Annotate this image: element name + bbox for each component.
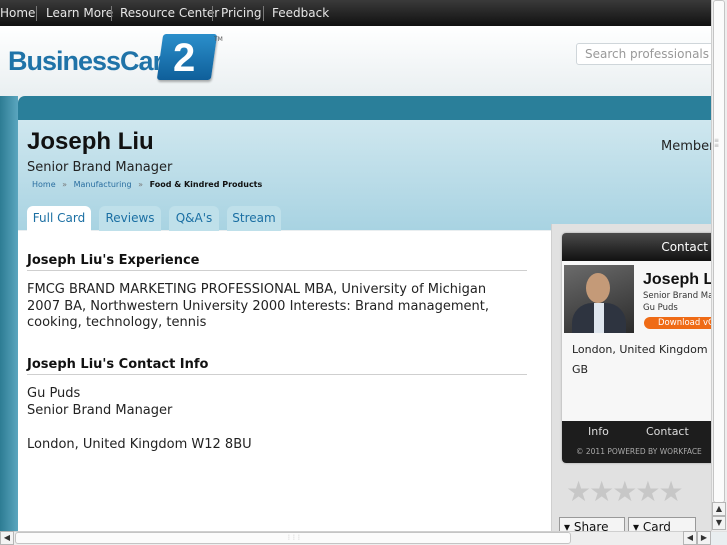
- breadcrumb-separator: »: [138, 180, 144, 189]
- logo-wordmark: BusinessCard: [8, 46, 179, 76]
- scroll-up-arrow-icon[interactable]: ▲: [712, 502, 726, 516]
- profile-banner: [18, 96, 727, 122]
- tab-reviews[interactable]: Reviews: [99, 206, 161, 232]
- star-icon[interactable]: ★: [589, 475, 614, 508]
- nav-resource-center[interactable]: Resource Center: [120, 0, 219, 26]
- profile-photo: [564, 265, 634, 333]
- nav-divider: [212, 6, 213, 21]
- card-header-label: Contact: [661, 240, 708, 254]
- breadcrumb-home[interactable]: Home: [32, 180, 56, 189]
- breadcrumb-separator: »: [62, 180, 68, 189]
- card-tab-info[interactable]: Info: [588, 425, 609, 438]
- experience-text: FMCG BRAND MARKETING PROFESSIONAL MBA, U…: [27, 282, 490, 330]
- scroll-right-arrow-icon[interactable]: ▶: [697, 531, 711, 545]
- logo-number: 2: [173, 36, 196, 80]
- main-content: [18, 231, 551, 531]
- star-icon[interactable]: ★: [635, 475, 660, 508]
- vertical-scroll-thumb[interactable]: [713, 0, 725, 503]
- powered-by-text: © 2011 POWERED BY WORKFACE: [576, 447, 702, 456]
- section-divider: [27, 270, 527, 271]
- card-tab-contact[interactable]: Contact: [646, 425, 689, 438]
- search-input[interactable]: Search professionals: [576, 43, 726, 65]
- breadcrumb-manufacturing[interactable]: Manufacturing: [74, 180, 132, 189]
- section-divider: [27, 374, 527, 375]
- experience-heading: Joseph Liu's Experience: [27, 253, 200, 268]
- nav-divider: [263, 6, 264, 21]
- business-card: Contact Joseph Li Senior Brand Ma Gu Pud…: [562, 233, 722, 463]
- top-navigation: Home Learn More Resource Center Pricing …: [0, 0, 727, 26]
- star-icon[interactable]: ★: [612, 475, 637, 508]
- tab-stream[interactable]: Stream: [227, 206, 281, 232]
- card-address: London, United Kingdom W1: [572, 343, 722, 356]
- grip-icon: ≡ ≡: [714, 137, 719, 149]
- photo-face: [586, 273, 610, 303]
- star-icon[interactable]: ★: [658, 475, 683, 508]
- card-title: Senior Brand Ma: [643, 291, 714, 301]
- card-header: Contact: [562, 233, 722, 261]
- breadcrumb-current: Food & Kindred Products: [149, 180, 263, 189]
- contact-company: Gu Puds: [27, 386, 81, 401]
- nav-home[interactable]: Home: [0, 0, 35, 26]
- scroll-left-arrow-icon[interactable]: ◀: [0, 531, 14, 545]
- contact-info-heading: Joseph Liu's Contact Info: [27, 357, 209, 372]
- nav-feedback[interactable]: Feedback: [272, 0, 329, 26]
- left-decorative-strip: [0, 96, 18, 532]
- card-country: GB: [572, 363, 589, 376]
- tab-full-card[interactable]: Full Card: [27, 206, 91, 233]
- card-name: Joseph Li: [643, 271, 718, 288]
- star-rating[interactable]: ★★★★★: [566, 475, 684, 508]
- scroll-left-arrow-icon[interactable]: ◀: [683, 531, 697, 545]
- star-icon[interactable]: ★: [566, 475, 591, 508]
- grip-icon: ⋮⋮⋮: [286, 534, 302, 541]
- logo-trademark: TM: [214, 36, 223, 43]
- scroll-down-arrow-icon[interactable]: ▼: [712, 516, 726, 530]
- card-footer: Info Contact © 2011 POWERED BY WORKFACE: [562, 421, 722, 463]
- profile-title: Senior Brand Manager: [27, 160, 173, 175]
- nav-pricing[interactable]: Pricing: [221, 0, 261, 26]
- breadcrumb: Home » Manufacturing » Food & Kindred Pr…: [32, 180, 266, 189]
- nav-learn-more[interactable]: Learn More: [46, 0, 113, 26]
- member-label: Member: [661, 139, 715, 154]
- profile-name: Joseph Liu: [27, 128, 154, 155]
- photo-shirt: [594, 303, 604, 333]
- nav-divider: [36, 6, 37, 21]
- tab-qa[interactable]: Q&A's: [169, 206, 219, 232]
- nav-divider: [111, 6, 112, 21]
- contact-address: London, United Kingdom W12 8BU: [27, 437, 252, 452]
- contact-role: Senior Brand Manager: [27, 403, 173, 418]
- card-company: Gu Puds: [643, 303, 678, 313]
